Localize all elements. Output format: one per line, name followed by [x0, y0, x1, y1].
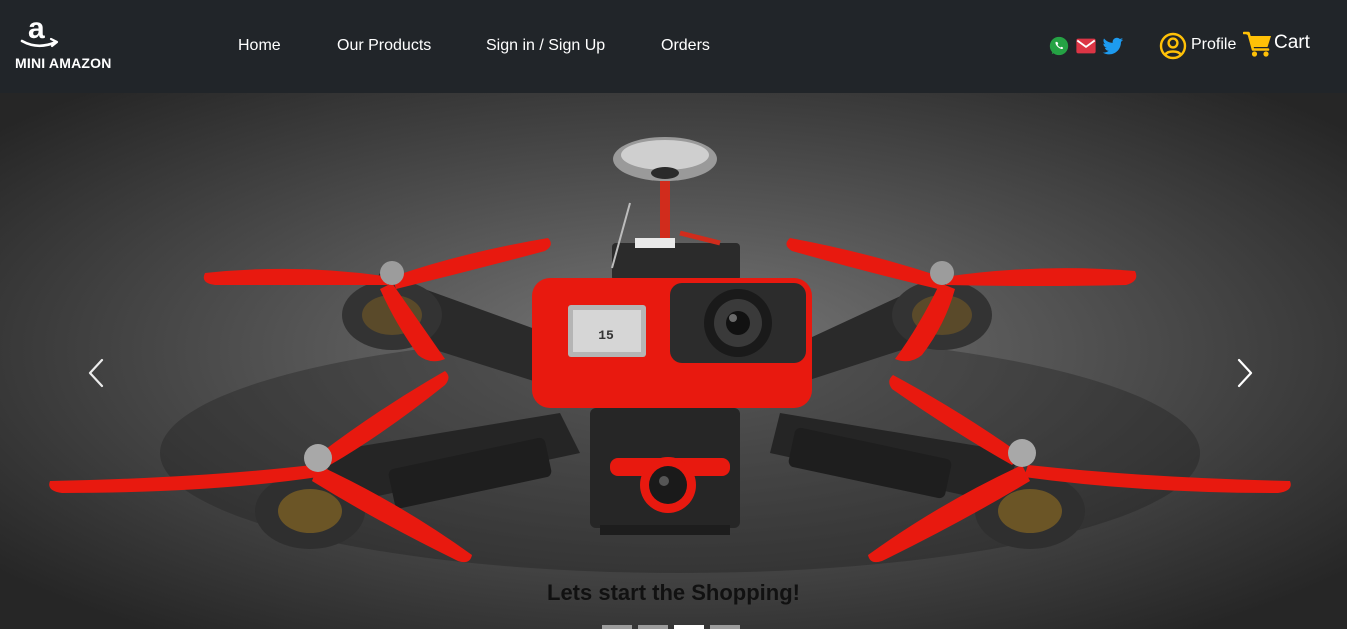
brand-name: MINI AMAZON — [15, 55, 112, 71]
hero-carousel: 15 Lets start the Shopping! — [0, 93, 1347, 629]
profile-label: Profile — [1191, 36, 1237, 53]
brand-logo-link[interactable]: a MINI AMAZON — [14, 12, 130, 74]
navbar: a MINI AMAZON Home Our Products Sign in … — [0, 0, 1347, 93]
carousel-indicator[interactable] — [710, 625, 740, 629]
nav-orders-link[interactable]: Orders — [661, 37, 710, 55]
svg-text:15: 15 — [598, 328, 614, 343]
red-fpv-drone-image: 15 — [0, 93, 1347, 629]
carousel-prev-button[interactable] — [76, 345, 116, 401]
cart-label: Cart — [1274, 32, 1310, 53]
carousel-indicator[interactable] — [638, 625, 668, 629]
nav-our-products-link[interactable]: Our Products — [337, 37, 431, 55]
carousel-next-button[interactable] — [1225, 345, 1265, 401]
twitter-icon[interactable] — [1102, 35, 1124, 57]
chevron-right-icon — [1237, 358, 1253, 388]
carousel-indicator[interactable] — [674, 625, 704, 629]
chevron-left-icon — [88, 358, 104, 388]
nav-sign-in-link[interactable]: Sign in / Sign Up — [486, 37, 605, 55]
carousel-indicator[interactable] — [602, 625, 632, 629]
shopping-cart-icon — [1243, 31, 1271, 57]
whatsapp-icon[interactable] — [1048, 35, 1070, 57]
mail-icon[interactable] — [1075, 35, 1097, 57]
user-circle-icon — [1159, 32, 1187, 60]
svg-text:a: a — [28, 12, 45, 45]
amazon-logo-icon: a — [20, 12, 59, 48]
nav-home-link[interactable]: Home — [238, 37, 281, 55]
